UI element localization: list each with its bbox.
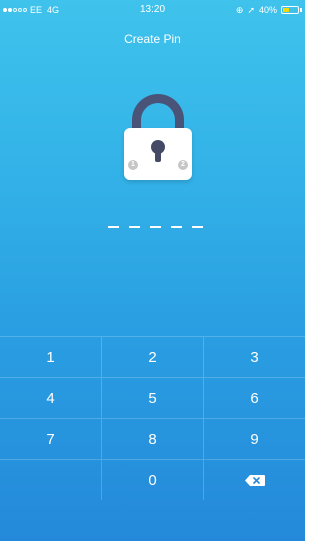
pin-digit-placeholder — [129, 226, 140, 228]
keypad-key-9[interactable]: 9 — [204, 419, 305, 459]
status-right: ⊕ ➚ 40% — [236, 0, 302, 20]
keypad-row: 123 — [0, 336, 305, 377]
keypad-key-6[interactable]: 6 — [204, 378, 305, 418]
keypad-key-0[interactable]: 0 — [102, 460, 204, 500]
lock-body: 1 2 — [124, 128, 192, 180]
backspace-button[interactable] — [204, 460, 305, 500]
keyhole-slot — [155, 150, 161, 162]
status-bar: EE 4G 13:20 ⊕ ➚ 40% — [0, 0, 305, 20]
lock-badge-2: 2 — [178, 160, 188, 170]
pin-digit-placeholder — [192, 226, 203, 228]
create-pin-screen: EE 4G 13:20 ⊕ ➚ 40% Create Pin 1 2 12345… — [0, 0, 305, 541]
keypad-key-8[interactable]: 8 — [102, 419, 204, 459]
battery-fill — [283, 8, 289, 12]
pin-indicator — [108, 226, 203, 228]
lock-icon: 1 2 — [124, 94, 192, 182]
keypad-key-4[interactable]: 4 — [0, 378, 102, 418]
battery-percent: 40% — [258, 5, 277, 15]
numeric-keypad: 1234567890 — [0, 336, 305, 541]
keypad-empty-cell — [0, 460, 102, 500]
keypad-row: 0 — [0, 459, 305, 500]
rotation-lock-icon: ⊕ — [235, 5, 244, 15]
pin-digit-placeholder — [150, 226, 161, 228]
page-title: Create Pin — [124, 32, 181, 46]
pin-digit-placeholder — [171, 226, 182, 228]
lock-badge-1: 1 — [128, 160, 138, 170]
keypad-key-7[interactable]: 7 — [0, 419, 102, 459]
keypad-key-2[interactable]: 2 — [102, 337, 204, 377]
keypad-key-3[interactable]: 3 — [204, 337, 305, 377]
pin-digit-placeholder — [108, 226, 119, 228]
battery-icon — [281, 6, 299, 14]
keypad-row: 456 — [0, 377, 305, 418]
keypad-key-5[interactable]: 5 — [102, 378, 204, 418]
keypad-key-1[interactable]: 1 — [0, 337, 102, 377]
backspace-icon — [244, 474, 265, 486]
battery-tip — [300, 8, 302, 12]
keypad-row: 789 — [0, 418, 305, 459]
location-arrow-icon: ➚ — [247, 5, 255, 15]
